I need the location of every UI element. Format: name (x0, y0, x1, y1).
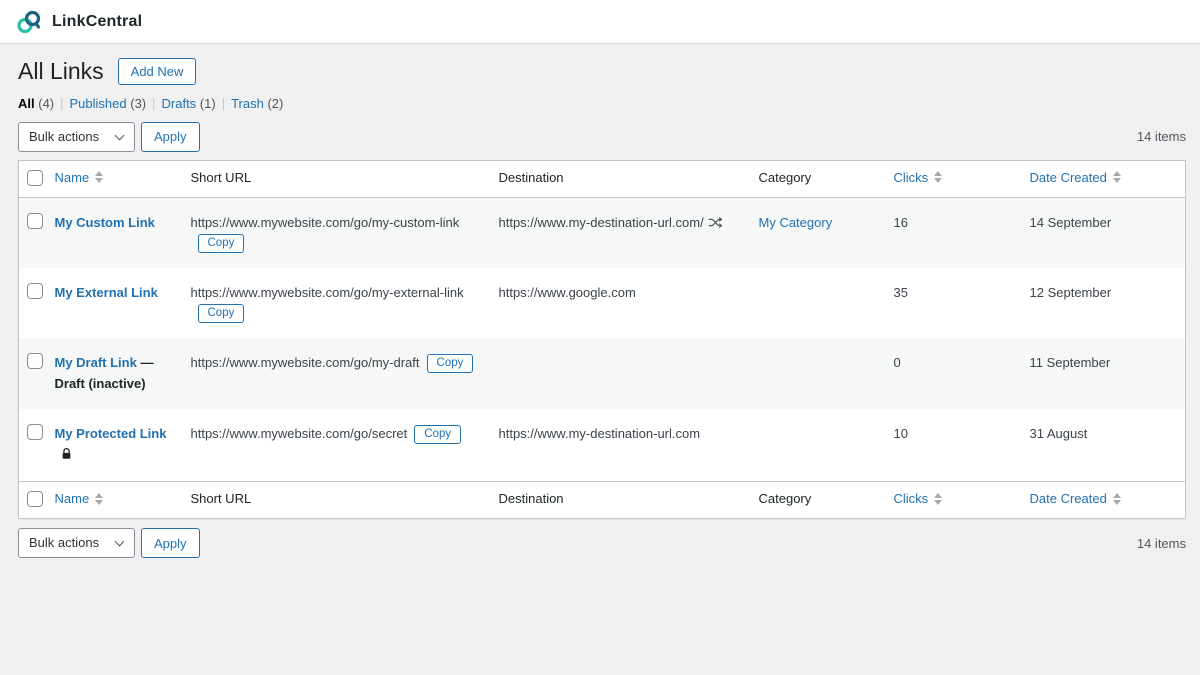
copy-button[interactable]: Copy (198, 234, 245, 253)
page-title: All Links (18, 57, 104, 87)
add-new-button[interactable]: Add New (118, 58, 197, 85)
table-row: My Draft Link — Draft (inactive) https:/… (19, 338, 1186, 408)
table-row: My Protected Link https://www.mywebsite.… (19, 409, 1186, 482)
sort-arrows-icon (95, 171, 103, 183)
table-row: My External Link https://www.mywebsite.c… (19, 268, 1186, 338)
items-count: 14 items (1137, 129, 1186, 144)
filter-count: (2) (264, 96, 284, 111)
items-count: 14 items (1137, 536, 1186, 551)
sort-by-date-created[interactable]: Date Created (1030, 491, 1121, 506)
short-url: https://www.mywebsite.com/go/my-custom-l… (191, 215, 460, 230)
filter-trash[interactable]: Trash (231, 96, 264, 111)
link-name[interactable]: My External Link (55, 285, 158, 300)
filter-drafts[interactable]: Drafts (162, 96, 197, 111)
top-bar: LinkCentral (0, 0, 1200, 44)
select-all-checkbox[interactable] (27, 491, 43, 507)
table-row: My Custom Link https://www.mywebsite.com… (19, 197, 1186, 268)
column-short-url: Short URL (181, 160, 489, 197)
filter-separator: | (152, 96, 155, 111)
sort-by-clicks[interactable]: Clicks (894, 491, 943, 506)
app-title: LinkCentral (52, 13, 142, 31)
row-checkbox[interactable] (27, 424, 43, 440)
column-category: Category (749, 482, 884, 519)
status-filter-bar: All (4) | Published (3) | Drafts (1) | Trash (… (18, 96, 1186, 111)
column-category: Category (749, 160, 884, 197)
clicks-count: 35 (884, 268, 1020, 338)
filter-all[interactable]: All (18, 96, 35, 111)
table-toolbar-top: Bulk actions Apply 14 items (18, 122, 1186, 152)
column-destination: Destination (489, 160, 749, 197)
admin-content: All Links Add New All (4) | Published (3) |… (18, 44, 1186, 558)
filter-count: (3) (127, 96, 147, 111)
apply-button[interactable]: Apply (141, 528, 200, 558)
category-link[interactable]: My Category (759, 215, 833, 230)
bulk-actions-select[interactable]: Bulk actions (18, 528, 135, 558)
sort-by-date-created[interactable]: Date Created (1030, 170, 1121, 185)
link-name[interactable]: My Custom Link (55, 215, 155, 230)
clicks-count: 10 (884, 409, 1020, 482)
linkcentral-logo-icon (16, 9, 42, 35)
link-name[interactable]: My Draft Link (55, 355, 137, 370)
date-created: 12 September (1020, 268, 1186, 338)
filter-published[interactable]: Published (70, 96, 127, 111)
link-name[interactable]: My Protected Link (55, 426, 167, 441)
sort-by-clicks[interactable]: Clicks (894, 170, 943, 185)
copy-button[interactable]: Copy (414, 425, 461, 444)
sort-by-name[interactable]: Name (55, 491, 104, 506)
row-checkbox[interactable] (27, 213, 43, 229)
short-url: https://www.mywebsite.com/go/my-external… (191, 285, 464, 300)
clicks-count: 0 (884, 338, 1020, 408)
sort-by-name[interactable]: Name (55, 170, 104, 185)
filter-separator: | (222, 96, 225, 111)
clicks-count: 16 (884, 197, 1020, 268)
lock-icon (60, 446, 73, 466)
row-checkbox[interactable] (27, 353, 43, 369)
sort-arrows-icon (934, 493, 942, 505)
date-created: 14 September (1020, 197, 1186, 268)
select-all-checkbox[interactable] (27, 170, 43, 186)
column-destination: Destination (489, 482, 749, 519)
filter-separator: | (60, 96, 63, 111)
sort-arrows-icon (95, 493, 103, 505)
destination-url: https://www.my-destination-url.com/ (499, 215, 704, 230)
date-created: 31 August (1020, 409, 1186, 482)
column-short-url: Short URL (181, 482, 489, 519)
filter-count: (4) (35, 96, 55, 111)
filter-count: (1) (196, 96, 216, 111)
shuffle-icon (708, 215, 723, 236)
short-url: https://www.mywebsite.com/go/my-draft (191, 355, 420, 370)
sort-arrows-icon (1113, 171, 1121, 183)
row-checkbox[interactable] (27, 283, 43, 299)
sort-arrows-icon (1113, 493, 1121, 505)
table-header: Name Short URL Destination Category Clic… (19, 160, 1186, 197)
destination-url: https://www.google.com (499, 285, 636, 300)
apply-button[interactable]: Apply (141, 122, 200, 152)
sort-arrows-icon (934, 171, 942, 183)
copy-button[interactable]: Copy (198, 304, 245, 323)
destination-url: https://www.my-destination-url.com (499, 426, 701, 441)
table-footer-header: Name Short URL Destination Category Clic… (19, 482, 1186, 519)
links-table: Name Short URL Destination Category Clic… (18, 160, 1186, 519)
bulk-actions-select[interactable]: Bulk actions (18, 122, 135, 152)
copy-button[interactable]: Copy (427, 354, 474, 373)
short-url: https://www.mywebsite.com/go/secret (191, 426, 408, 441)
table-toolbar-bottom: Bulk actions Apply 14 items (18, 528, 1186, 558)
date-created: 11 September (1020, 338, 1186, 408)
